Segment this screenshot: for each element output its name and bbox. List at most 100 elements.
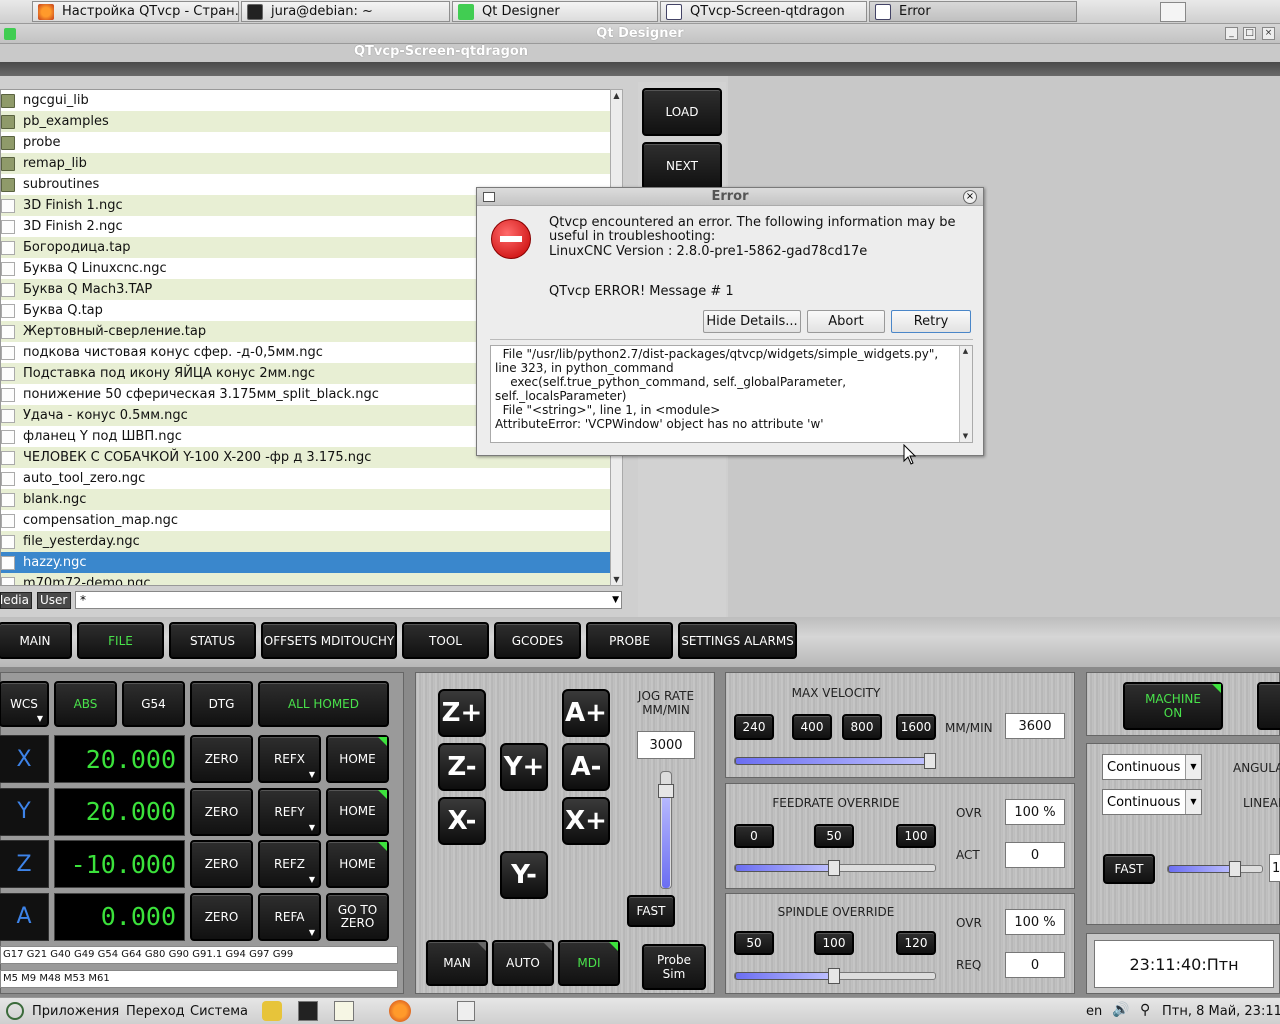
g54-button[interactable]: G54: [122, 681, 185, 727]
home-button-z[interactable]: HOME: [326, 840, 389, 888]
file-list-item[interactable]: blank.ngc: [1, 489, 611, 510]
estop-button[interactable]: [1257, 682, 1280, 730]
network-icon[interactable]: ⚲: [1140, 1002, 1150, 1018]
file-list-item[interactable]: remap_lib: [1, 153, 611, 174]
linear-increment-combo[interactable]: Continuous ▼: [1102, 789, 1202, 815]
menu-applications[interactable]: Приложения: [32, 1004, 119, 1019]
velocity-preset-240[interactable]: 240: [734, 714, 774, 740]
scroll-up-icon[interactable]: ▲: [960, 346, 971, 357]
user-button[interactable]: User: [37, 592, 71, 609]
velocity-preset-800[interactable]: 800: [842, 714, 882, 740]
text-editor-icon[interactable]: [334, 1001, 354, 1021]
zero-button-a[interactable]: ZERO: [190, 892, 253, 941]
tab-offsets-mditouchy[interactable]: OFFSETS MDITOUCHY: [261, 622, 397, 659]
jog-rate-input[interactable]: 3000: [637, 731, 695, 759]
zero-button-y[interactable]: ZERO: [190, 787, 253, 836]
hide-details-button[interactable]: Hide Details...: [703, 310, 801, 333]
angular-increment-combo[interactable]: Continuous ▼: [1102, 754, 1202, 780]
tab-settings-alarms[interactable]: SETTINGS ALARMS: [678, 622, 797, 659]
abs-button[interactable]: ABS: [54, 681, 117, 727]
jog-y-plus-button[interactable]: Y+: [500, 743, 548, 791]
trash-icon[interactable]: [457, 1001, 475, 1021]
velocity-preset-1600[interactable]: 1600: [896, 714, 936, 740]
mode-mdi-button[interactable]: MDI: [558, 940, 620, 986]
jog-speed-knob[interactable]: [1229, 861, 1241, 877]
feedrate-preset-100[interactable]: 100: [896, 824, 936, 848]
volume-icon[interactable]: 🔊: [1112, 1002, 1129, 1018]
probe-sim-button[interactable]: Probe Sim: [642, 944, 706, 990]
dtg-button[interactable]: DTG: [190, 681, 253, 727]
scroll-down-icon[interactable]: ▼: [611, 574, 622, 585]
menu-system[interactable]: Система: [190, 1004, 248, 1019]
minimize-button[interactable]: _: [1225, 27, 1238, 40]
file-list-item[interactable]: auto_tool_zero.ngc: [1, 468, 611, 489]
media-button[interactable]: Media: [0, 592, 32, 609]
file-list-item[interactable]: file_yesterday.ngc: [1, 531, 611, 552]
jog-a-minus-button[interactable]: A-: [562, 743, 610, 791]
tab-file[interactable]: FILE: [77, 622, 164, 659]
max-velocity-input[interactable]: 3600: [1005, 713, 1065, 739]
home-button-x[interactable]: HOME: [326, 735, 389, 783]
home-button-a[interactable]: GO TO ZERO: [326, 892, 389, 941]
terminal-icon[interactable]: [298, 1001, 318, 1021]
task-qt-designer[interactable]: Qt Designer: [452, 1, 658, 22]
tab-probe[interactable]: PROBE: [586, 622, 673, 659]
keyboard-layout[interactable]: en: [1086, 1004, 1102, 1019]
ref-button-a[interactable]: REFA ▼: [258, 892, 321, 941]
max-velocity-knob[interactable]: [924, 753, 936, 769]
tab-status[interactable]: STATUS: [169, 622, 256, 659]
machine-on-button[interactable]: MACHINE ON: [1123, 682, 1223, 730]
zero-button-z[interactable]: ZERO: [190, 840, 253, 888]
file-list-item[interactable]: pb_examples: [1, 111, 611, 132]
jog-y-minus-button[interactable]: Y-: [500, 851, 548, 899]
load-button[interactable]: LOAD: [642, 88, 722, 136]
task-error[interactable]: Error: [869, 1, 1077, 22]
scroll-up-icon[interactable]: ▲: [611, 90, 622, 101]
mode-man-button[interactable]: MAN: [426, 940, 488, 986]
tab-gcodes[interactable]: GCODES: [494, 622, 581, 659]
jog-fast-button[interactable]: FAST: [627, 895, 675, 927]
abort-button[interactable]: Abort: [807, 310, 885, 333]
spindle-slider[interactable]: [734, 968, 936, 984]
jog-z-minus-button[interactable]: Z-: [438, 743, 486, 791]
home-button-y[interactable]: HOME: [326, 787, 389, 836]
scroll-down-icon[interactable]: ▼: [960, 431, 971, 442]
fast-button[interactable]: FAST: [1103, 854, 1155, 884]
details-textbox[interactable]: File "/usr/lib/python2.7/dist-packages/q…: [490, 345, 973, 443]
task-terminal[interactable]: jura@debian: ~: [241, 1, 450, 22]
tab-main[interactable]: MAIN: [0, 622, 72, 659]
clock-datetime[interactable]: Птн, 8 Май, 23:11: [1162, 1004, 1280, 1019]
file-list-item[interactable]: compensation_map.ngc: [1, 510, 611, 531]
jog-x-plus-button[interactable]: X+: [562, 797, 610, 845]
ref-button-z[interactable]: REFZ ▼: [258, 840, 321, 888]
velocity-preset-400[interactable]: 400: [792, 714, 832, 740]
task-firefox[interactable]: Настройка QTvcp - Стран…: [32, 1, 239, 22]
spindle-preset-100[interactable]: 100: [814, 931, 854, 955]
file-list-item[interactable]: hazzy.ngc: [1, 552, 611, 573]
jog-rate-knob[interactable]: [658, 784, 674, 798]
task-qtvcp-screen[interactable]: QTvcp-Screen-qtdragon: [660, 1, 867, 22]
ref-button-y[interactable]: REFY ▼: [258, 787, 321, 836]
jog-a-plus-button[interactable]: A+: [562, 689, 610, 737]
file-list-item[interactable]: probe: [1, 132, 611, 153]
mode-auto-button[interactable]: AUTO: [492, 940, 554, 986]
max-velocity-slider[interactable]: [734, 753, 936, 769]
file-list-item[interactable]: ngcgui_lib: [1, 90, 611, 111]
details-scrollbar[interactable]: ▲ ▼: [959, 346, 972, 442]
debian-menu-icon[interactable]: [6, 1002, 24, 1020]
filter-combo[interactable]: * ▼: [75, 591, 622, 609]
jog-z-plus-button[interactable]: Z+: [438, 689, 486, 737]
firefox-icon[interactable]: [389, 1000, 411, 1022]
wcs-button[interactable]: WCS ▼: [0, 681, 49, 727]
file-list-item[interactable]: m70m72-demo.ngc: [1, 573, 611, 585]
maximize-button[interactable]: □: [1243, 27, 1256, 40]
ref-button-x[interactable]: REFX ▼: [258, 735, 321, 783]
spindle-knob[interactable]: [828, 968, 840, 984]
feedrate-preset-0[interactable]: 0: [734, 824, 774, 848]
spindle-preset-50[interactable]: 50: [734, 931, 774, 955]
menu-go[interactable]: Переход: [126, 1004, 185, 1019]
workspace-switcher[interactable]: [1160, 2, 1186, 22]
jog-speed-slider[interactable]: [1167, 861, 1263, 877]
tab-tool[interactable]: TOOL: [402, 622, 489, 659]
linux-tux-icon[interactable]: [262, 1001, 282, 1021]
